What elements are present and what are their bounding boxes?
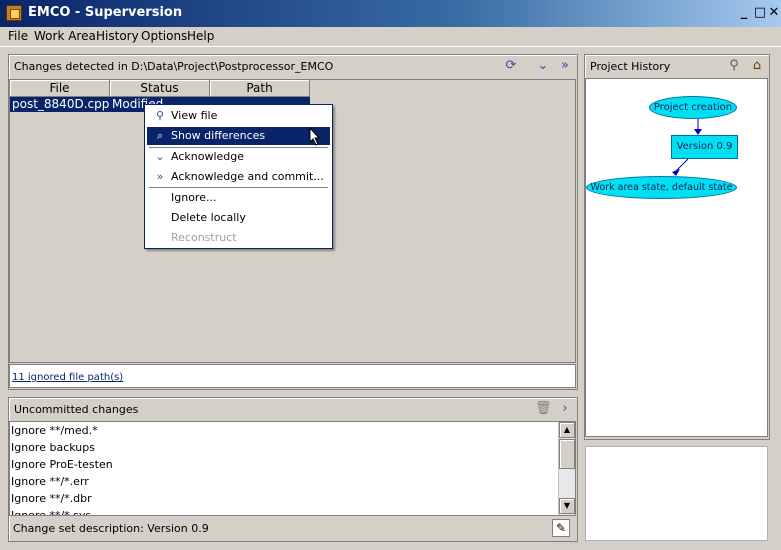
history-node-version[interactable]: Version 0.9 (671, 135, 738, 159)
menu-file[interactable]: File (8, 29, 28, 43)
acknowledge-chevron-icon[interactable]: ⌄ (535, 59, 551, 73)
menu-separator (149, 187, 328, 188)
change-set-status: Change set description: Version 0.9 ✎ (9, 517, 576, 540)
list-item[interactable]: Ignore **/*.dbr (11, 490, 92, 507)
uncommitted-list: Ignore **/med.* Ignore backups Ignore Pr… (9, 421, 576, 516)
magnifier-icon: ⌕ (156, 129, 164, 142)
list-item[interactable]: Ignore **/*.err (11, 473, 89, 490)
chevron-right-icon[interactable]: › (557, 402, 573, 416)
menu-item-view-file[interactable]: ⚲ View file (147, 107, 330, 125)
home-icon[interactable]: ⌂ (749, 59, 765, 73)
changes-panel-title: Changes detected in D:\Data\Project\Post… (14, 60, 334, 73)
menu-item-acknowledge[interactable]: ⌄ Acknowledge (147, 148, 330, 166)
history-edges (672, 117, 702, 176)
menu-history[interactable]: History (96, 29, 139, 43)
column-header-file[interactable]: File (10, 80, 110, 97)
scroll-thumb[interactable] (559, 439, 575, 469)
list-item[interactable]: Ignore ProE-testen (11, 456, 113, 473)
menu-help[interactable]: Help (187, 29, 214, 43)
menu-bar: File Work Area History Options Help (0, 27, 781, 47)
column-header-status[interactable]: Status (110, 80, 210, 97)
menu-item-show-differences[interactable]: ⌕ Show differences (147, 127, 330, 145)
binoculars-icon: ⚲ (155, 109, 165, 122)
context-menu: ⚲ View file ⌕ Show differences ⌄ Acknowl… (144, 104, 333, 249)
list-item[interactable]: Ignore **/*.sys (11, 507, 91, 515)
app-icon (6, 5, 22, 21)
close-button[interactable]: ✕ (766, 5, 781, 21)
menu-item-label: Acknowledge and commit... (171, 170, 324, 183)
acknowledge-commit-icon[interactable]: » (557, 59, 573, 73)
chevron-down-icon: ⌄ (155, 150, 165, 163)
history-graph: Project creation Version 0.9 Work area s… (585, 78, 768, 437)
uncommitted-panel-header: Uncommitted changes 🗑 › (9, 398, 577, 420)
trash-icon[interactable]: 🗑 (535, 402, 552, 416)
edit-description-icon[interactable]: ✎ (552, 519, 570, 537)
uncommitted-panel-title: Uncommitted changes (14, 403, 139, 416)
history-panel-header: Project History ⚲ ⌂ (585, 55, 769, 77)
window-title: EMCO - Superversion (28, 5, 183, 20)
menu-work-area[interactable]: Work Area (34, 29, 96, 43)
menu-item-label: Acknowledge (171, 150, 245, 163)
refresh-icon[interactable]: ⟳ (503, 59, 519, 73)
ignored-paths-link[interactable]: 11 ignored file path(s) (12, 372, 123, 383)
title-bar: EMCO - Superversion _ □ ✕ (0, 0, 781, 27)
vertical-scrollbar[interactable]: ▲ ▼ (558, 422, 575, 515)
scroll-up-button[interactable]: ▲ (559, 422, 575, 438)
binoculars-icon[interactable]: ⚲ (726, 59, 742, 73)
menu-item-reconstruct: Reconstruct (147, 229, 330, 247)
minimize-button[interactable]: _ (736, 5, 752, 21)
cell-file: post_8840D.cpp (12, 97, 110, 111)
change-set-description: Change set description: Version 0.9 (13, 522, 209, 535)
menu-item-label: View file (171, 109, 218, 122)
column-header-path[interactable]: Path (210, 80, 310, 97)
changes-panel-header: Changes detected in D:\Data\Project\Post… (9, 55, 577, 77)
menu-options[interactable]: Options (141, 29, 187, 43)
scroll-down-button[interactable]: ▼ (559, 498, 575, 514)
list-item[interactable]: Ignore backups (11, 439, 95, 456)
history-detail-pane (585, 446, 768, 541)
double-chevron-right-icon: » (156, 170, 164, 183)
menu-item-label: Reconstruct (171, 231, 237, 244)
history-node-creation[interactable]: Project creation (649, 96, 737, 119)
menu-item-ignore[interactable]: Ignore... (147, 189, 330, 207)
menu-item-label: Show differences (171, 129, 266, 142)
menu-item-delete-locally[interactable]: Delete locally (147, 209, 330, 227)
menu-item-label: Ignore... (171, 191, 217, 204)
mouse-cursor-icon (309, 127, 321, 146)
list-item[interactable]: Ignore **/med.* (11, 422, 98, 439)
history-node-work-area[interactable]: Work area state, default state (586, 176, 737, 199)
history-panel-title: Project History (590, 60, 671, 73)
menu-item-acknowledge-commit[interactable]: » Acknowledge and commit... (147, 168, 330, 186)
menu-item-label: Delete locally (171, 211, 246, 224)
